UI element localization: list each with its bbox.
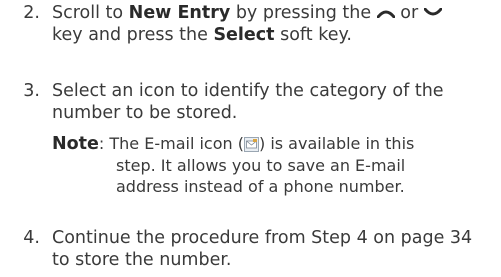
note-line: step. It allows you to save an E-mail (116, 156, 406, 175)
step-number: 4. (23, 228, 40, 248)
select-label: Select (213, 25, 275, 45)
note-box: Note: The E-mail icon () is available in… (52, 133, 492, 197)
step-line: number to be stored. (52, 103, 238, 123)
note-line: address instead of a phone number. (116, 177, 405, 196)
new-entry-label: New Entry (128, 3, 231, 23)
up-arrow-icon (376, 10, 395, 18)
step-3: 3. Select an icon to identify the catego… (0, 80, 495, 124)
step-line: Scroll to New Entry by pressing the or (52, 2, 495, 24)
note-line: Note: The E-mail icon () is available in… (52, 134, 415, 154)
step-line: Continue the procedure from Step 4 on pa… (52, 228, 473, 248)
step-number: 2. (23, 3, 40, 23)
email-icon (243, 137, 259, 152)
step-line: Select an icon to identify the category … (52, 81, 444, 101)
step-text: Continue the procedure from Step 4 on pa… (52, 227, 495, 271)
down-arrow-icon (423, 8, 442, 16)
step-line: to store the number. (52, 250, 232, 270)
step-line: key and press the Select soft key. (52, 25, 352, 45)
step-text: Scroll to New Entry by pressing the or k… (52, 2, 495, 46)
step-number: 3. (23, 81, 40, 101)
note-label: Note (52, 134, 99, 154)
step-text: Select an icon to identify the category … (52, 80, 495, 124)
step-4: 4. Continue the procedure from Step 4 on… (0, 227, 495, 271)
step-2: 2. Scroll to New Entry by pressing the o… (0, 2, 495, 46)
